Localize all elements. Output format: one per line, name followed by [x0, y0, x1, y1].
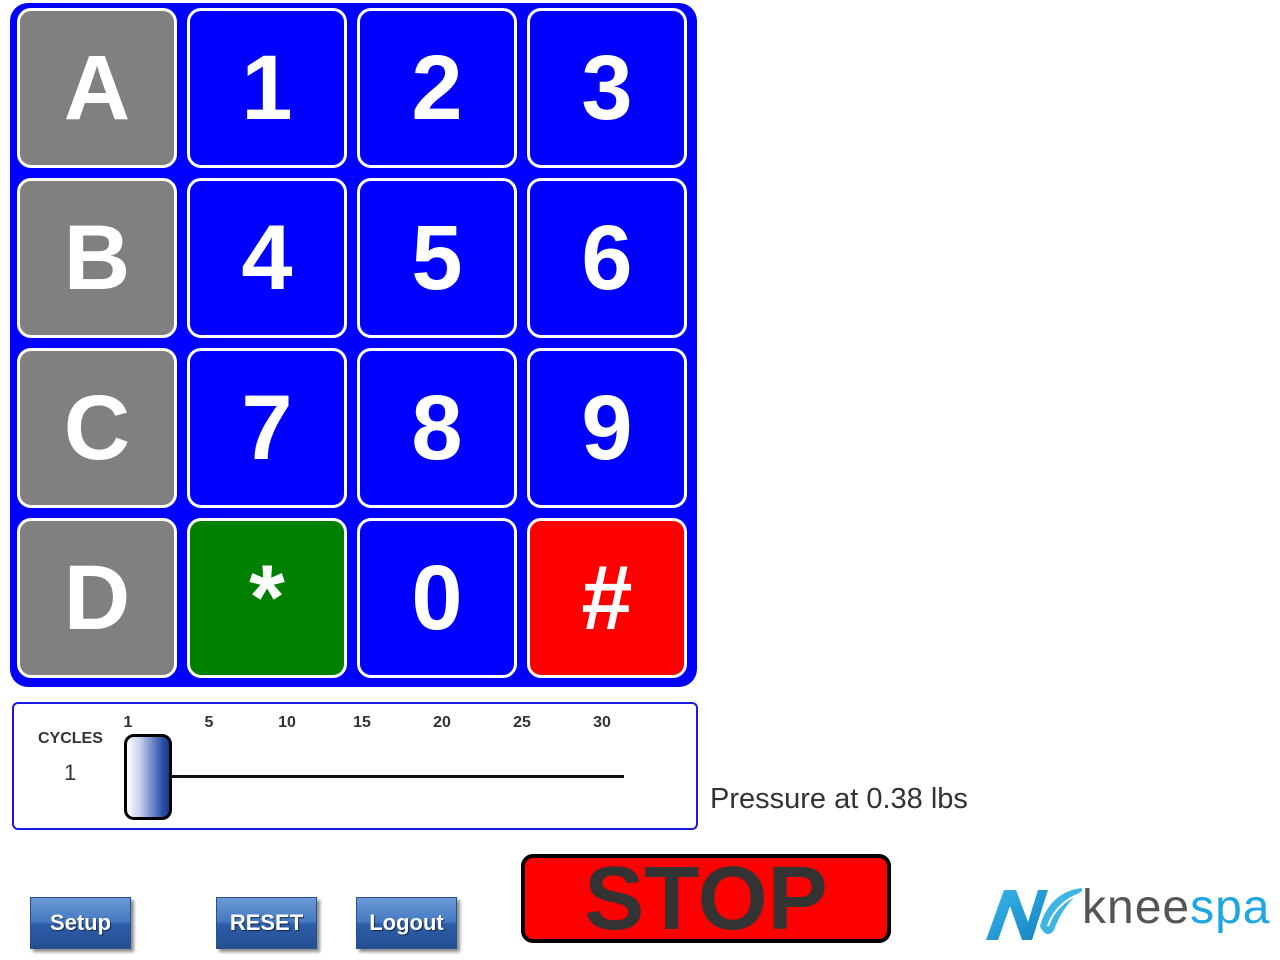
- key-5[interactable]: 5: [357, 178, 517, 338]
- kneespa-logo-icon: [986, 888, 1086, 940]
- key-hash[interactable]: #: [527, 518, 687, 678]
- key-2[interactable]: 2: [357, 8, 517, 168]
- slider-tick-label: 30: [593, 714, 611, 731]
- cycles-slider-thumb[interactable]: [124, 734, 172, 820]
- setup-button[interactable]: Setup: [30, 897, 131, 949]
- kneespa-logo-text: kneespa: [1082, 884, 1270, 932]
- key-3[interactable]: 3: [527, 8, 687, 168]
- reset-button[interactable]: RESET: [216, 897, 317, 949]
- key-a[interactable]: A: [17, 8, 177, 168]
- slider-tick-label: 5: [204, 714, 214, 731]
- key-b[interactable]: B: [17, 178, 177, 338]
- slider-tick-label: 15: [353, 714, 371, 731]
- logo-text-knee: knee: [1082, 881, 1191, 934]
- stop-button[interactable]: STOP: [521, 854, 891, 944]
- keypad: A 1 2 3 B 4 5 6 C 7 8 9 D * 0 #: [10, 3, 697, 687]
- key-9[interactable]: 9: [527, 348, 687, 508]
- key-star[interactable]: *: [187, 518, 347, 678]
- cycles-label: CYCLES: [38, 730, 103, 747]
- key-6[interactable]: 6: [527, 178, 687, 338]
- cycles-value: 1: [64, 760, 77, 785]
- key-1[interactable]: 1: [187, 8, 347, 168]
- slider-tick-label: 10: [278, 714, 296, 731]
- kneespa-logo: kneespa: [982, 880, 1272, 950]
- cycles-slider-panel: CYCLES 1 1 5 10 15 20 25 30: [12, 702, 698, 830]
- slider-tick-label: 1: [123, 714, 133, 731]
- logout-button[interactable]: Logout: [356, 897, 457, 949]
- key-d[interactable]: D: [17, 518, 177, 678]
- logo-text-spa: spa: [1190, 881, 1271, 934]
- pressure-readout: Pressure at 0.38 lbs: [710, 783, 968, 815]
- key-c[interactable]: C: [17, 348, 177, 508]
- key-0[interactable]: 0: [357, 518, 517, 678]
- slider-tick-label: 25: [513, 714, 531, 731]
- cycles-slider-track[interactable]: [124, 775, 624, 778]
- key-8[interactable]: 8: [357, 348, 517, 508]
- slider-tick-label: 20: [433, 714, 451, 731]
- key-7[interactable]: 7: [187, 348, 347, 508]
- key-4[interactable]: 4: [187, 178, 347, 338]
